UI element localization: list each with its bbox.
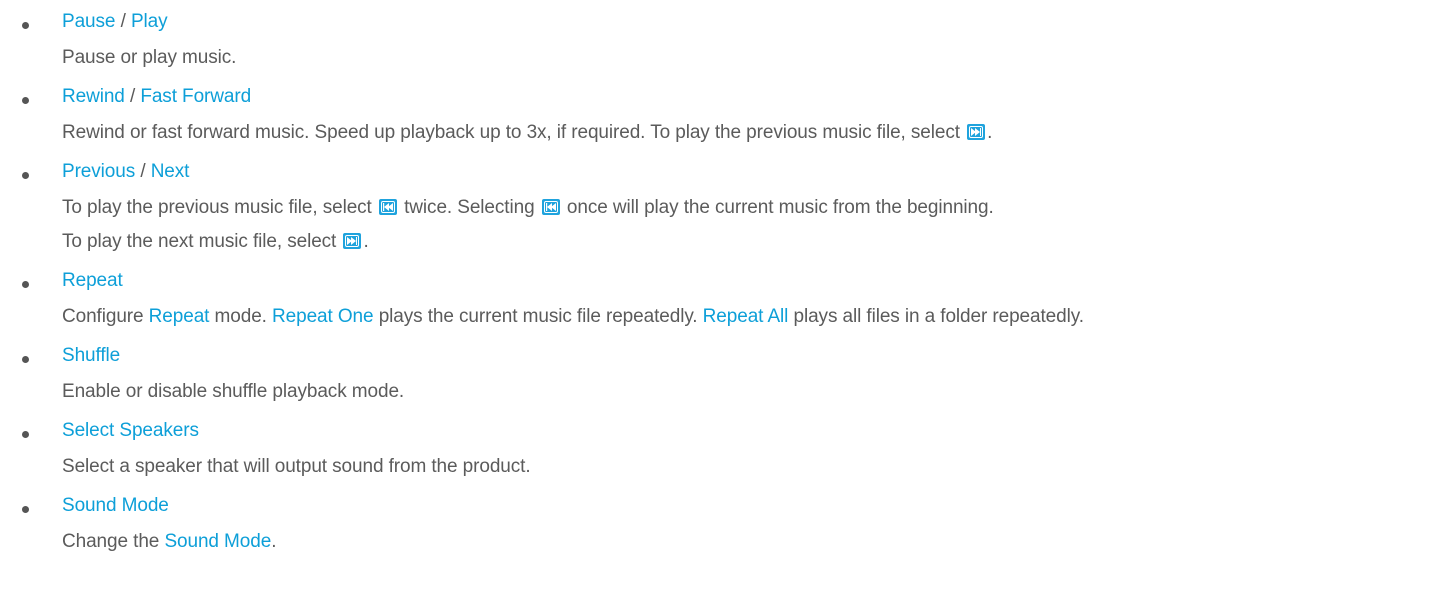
item-description: Enable or disable shuffle playback mode. bbox=[62, 381, 405, 402]
skip-next-icon bbox=[967, 124, 986, 140]
item-heading: Repeat bbox=[62, 269, 123, 293]
bullet bbox=[22, 431, 29, 438]
bullet bbox=[22, 97, 29, 104]
item-description: Change the Sound Mode. bbox=[62, 530, 276, 554]
description-text: mode. bbox=[214, 306, 267, 327]
separator: / bbox=[120, 11, 126, 32]
bullet bbox=[22, 506, 29, 513]
select-speakers-label: Select Speakers bbox=[62, 420, 199, 441]
description-end: . bbox=[271, 531, 277, 552]
sound-mode-term: Sound Mode bbox=[164, 531, 272, 552]
item-heading: Pause / Play bbox=[62, 10, 168, 34]
description-end: . bbox=[363, 231, 369, 252]
bullet bbox=[22, 281, 29, 288]
description-text: once will play the current music from th… bbox=[566, 197, 994, 218]
description-text: Change the bbox=[62, 531, 160, 552]
fast-forward-label: Fast Forward bbox=[140, 86, 252, 107]
item-description-line-1: To play the previous music file, select … bbox=[62, 196, 994, 220]
item-description: Select a speaker that will output sound … bbox=[62, 456, 531, 477]
item-description: Pause or play music. bbox=[62, 47, 237, 68]
rewind-label: Rewind bbox=[62, 86, 125, 107]
skip-previous-icon bbox=[378, 199, 397, 215]
previous-label: Previous bbox=[62, 161, 136, 182]
description-text: plays the current music file repeatedly. bbox=[378, 306, 698, 327]
repeat-one-term: Repeat One bbox=[272, 306, 374, 327]
separator: / bbox=[140, 161, 146, 182]
description-text: Rewind or fast forward music. Speed up p… bbox=[62, 122, 960, 143]
item-heading: Select Speakers bbox=[62, 419, 199, 443]
bullet bbox=[22, 22, 29, 29]
next-label: Next bbox=[150, 161, 190, 182]
item-description: Configure Repeat mode. Repeat One plays … bbox=[62, 305, 1084, 329]
skip-next-icon bbox=[343, 233, 362, 249]
item-heading: Rewind / Fast Forward bbox=[62, 85, 251, 109]
description-end: . bbox=[987, 122, 993, 143]
item-heading: Shuffle bbox=[62, 344, 120, 368]
pause-label: Pause bbox=[62, 11, 116, 32]
repeat-label: Repeat bbox=[62, 270, 123, 291]
description-text: twice. Selecting bbox=[404, 197, 535, 218]
repeat-term: Repeat bbox=[148, 306, 210, 327]
play-label: Play bbox=[130, 11, 168, 32]
item-description: Rewind or fast forward music. Speed up p… bbox=[62, 121, 992, 145]
skip-previous-icon bbox=[541, 199, 560, 215]
description-text: To play the next music file, select bbox=[62, 231, 337, 252]
description-text: plays all files in a folder repeatedly. bbox=[793, 306, 1084, 327]
item-heading: Sound Mode bbox=[62, 494, 169, 518]
sound-mode-label: Sound Mode bbox=[62, 495, 169, 516]
description-text: Configure bbox=[62, 306, 144, 327]
separator: / bbox=[129, 86, 136, 107]
description-text: To play the previous music file, select bbox=[62, 197, 372, 218]
bullet bbox=[22, 356, 29, 363]
bullet bbox=[22, 172, 29, 179]
item-heading: Previous / Next bbox=[62, 160, 189, 184]
music-controls-document: Pause / Play Pause or play music. Rewind… bbox=[0, 0, 1432, 595]
repeat-all-term: Repeat All bbox=[702, 306, 789, 327]
shuffle-label: Shuffle bbox=[62, 345, 121, 366]
item-description-line-2: To play the next music file, select . bbox=[62, 230, 369, 254]
